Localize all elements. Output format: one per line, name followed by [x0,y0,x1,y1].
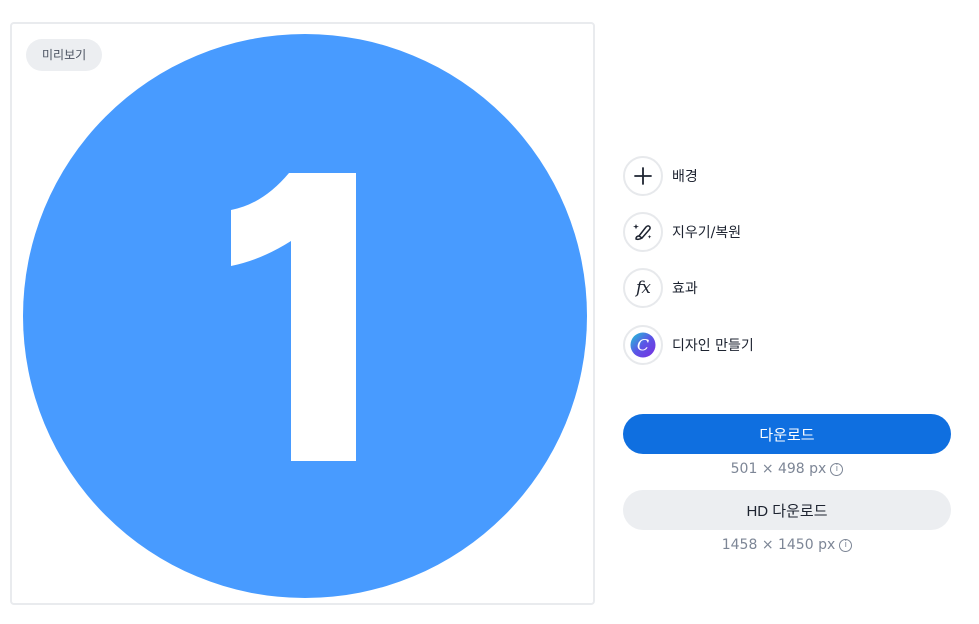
preview-badge: 미리보기 [26,39,103,71]
app-page: 미리보기 배경 지우기/복원 fx 효과 C 디자인 만들기 다운로드 501 … [0,0,979,624]
tool-effects[interactable]: fx 효과 [623,266,698,310]
tool-erase-restore-label: 지우기/복원 [672,225,742,241]
hd-download-size-info: 1458 × 1450 px i [623,537,951,553]
svg-text:C: C [637,336,649,355]
download-button[interactable]: 다운로드 [623,414,951,454]
preview-image [23,34,587,598]
canva-logo-icon: C [623,325,663,365]
fx-icon: fx [623,268,663,308]
tool-create-design[interactable]: C 디자인 만들기 [623,323,754,367]
tool-background-label: 배경 [672,169,698,185]
info-icon[interactable]: i [830,462,844,476]
tool-create-design-label: 디자인 만들기 [672,338,754,354]
info-icon[interactable]: i [839,538,853,552]
hd-download-size-text: 1458 × 1450 px [721,537,836,553]
plus-icon [623,156,663,196]
tool-erase-restore[interactable]: 지우기/복원 [623,210,741,254]
download-size-text: 501 × 498 px [730,461,827,477]
tool-effects-label: 효과 [672,281,698,297]
tool-background[interactable]: 배경 [623,154,698,198]
download-size-info: 501 × 498 px i [623,461,951,477]
hd-download-button[interactable]: HD 다운로드 [623,490,951,530]
preview-panel: 미리보기 [10,22,595,605]
magic-brush-icon [623,212,663,252]
